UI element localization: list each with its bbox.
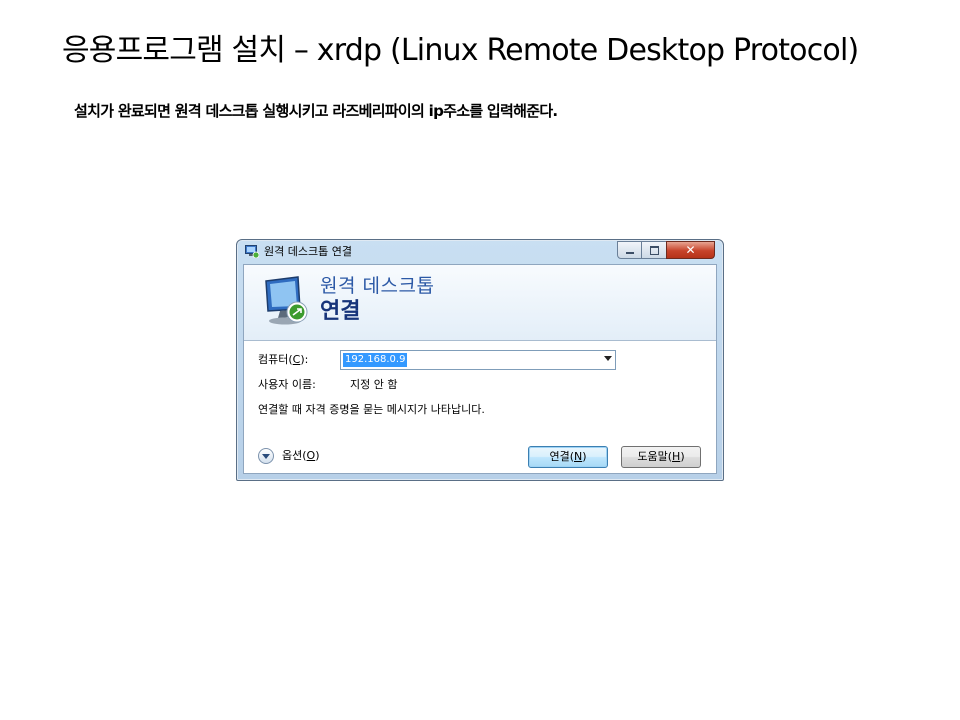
credential-note: 연결할 때 자격 증명을 묻는 메시지가 나타납니다. [258, 403, 485, 416]
dialog-banner: 원격 데스크톱 연결 [244, 265, 716, 341]
user-name-value: 지정 안 함 [350, 378, 398, 391]
computer-input-value[interactable]: 192.168.0.9 [343, 353, 408, 367]
connect-button[interactable]: 연결(N) [528, 446, 608, 468]
close-button[interactable]: ✕ [666, 241, 715, 259]
computer-combobox[interactable]: 192.168.0.9 [340, 350, 616, 370]
dropdown-arrow-icon[interactable] [604, 356, 612, 361]
computer-label: 컴퓨터(C): [258, 353, 308, 367]
options-label[interactable]: 옵션(O) [282, 449, 320, 463]
computer-label-prefix: 컴퓨터( [258, 353, 293, 366]
help-button-prefix: 도움말( [637, 450, 673, 463]
slide-subtitle: 설치가 완료되면 원격 데스크톱 실행시키고 라즈베리파이의 ip주소를 입력해… [74, 102, 558, 120]
minimize-button[interactable] [617, 241, 642, 259]
window-title: 원격 데스크톱 연결 [264, 245, 352, 258]
remote-desktop-icon [245, 245, 259, 258]
connect-button-prefix: 연결( [549, 450, 574, 463]
options-label-prefix: 옵션( [282, 449, 307, 462]
options-chevron-icon[interactable] [258, 448, 274, 464]
banner-title-line1: 원격 데스크톱 [320, 275, 435, 297]
computer-label-suffix: ): [300, 353, 309, 366]
remote-desktop-monitor-icon [265, 276, 308, 325]
connect-button-mnemonic: N [574, 450, 583, 463]
help-button-suffix: ) [680, 450, 685, 463]
dialog-client-area: 원격 데스크톱 연결 컴퓨터(C): 192.168.0.9 사용자 이름: 지… [243, 264, 717, 474]
remote-desktop-window: 원격 데스크톱 연결 ✕ 원격 데스크톱 연결 컴퓨터(C): 192.168.… [236, 239, 724, 481]
options-label-suffix: ) [315, 449, 320, 462]
banner-title-line2: 연결 [320, 299, 361, 324]
connect-button-suffix: ) [582, 450, 587, 463]
user-name-label: 사용자 이름: [258, 378, 316, 391]
close-icon: ✕ [685, 243, 696, 257]
help-button[interactable]: 도움말(H) [621, 446, 701, 468]
slide-title: 응용프로그램 설치 – xrdp (Linux Remote Desktop P… [62, 33, 859, 68]
maximize-button[interactable] [641, 241, 667, 259]
window-titlebar[interactable]: 원격 데스크톱 연결 ✕ [237, 240, 723, 264]
options-label-mnemonic: O [306, 449, 316, 462]
